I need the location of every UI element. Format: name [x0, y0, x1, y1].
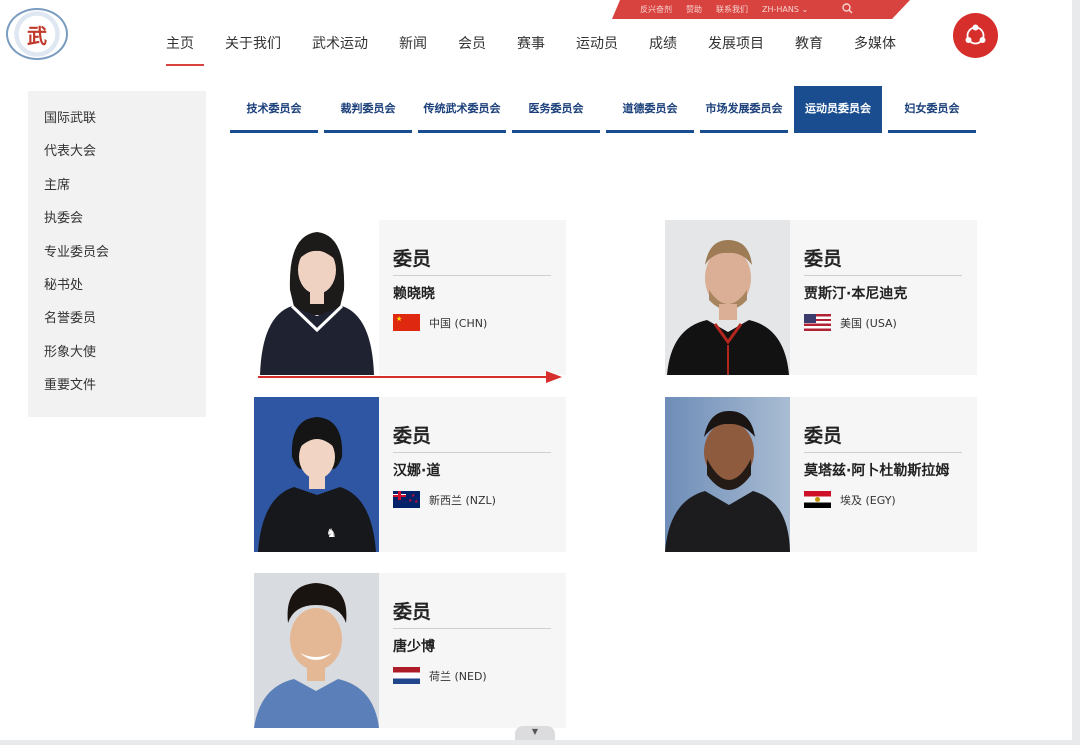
member-photo — [254, 220, 379, 375]
language-selector[interactable]: ZH-HANS ⌄ — [762, 5, 808, 14]
site-logo[interactable]: 武 — [6, 8, 68, 60]
member-country: ★ 中国 (CHN) — [393, 314, 554, 331]
utility-bar: 反兴奋剂 赞助 联系我们 ZH-HANS ⌄ — [612, 0, 910, 19]
flag-chn-icon: ★ — [393, 314, 420, 331]
tab-technical[interactable]: 技术委员会 — [230, 86, 318, 133]
nav-item-results[interactable]: 成绩 — [639, 34, 687, 68]
search-icon[interactable] — [842, 3, 853, 16]
sidebar-item-president[interactable]: 主席 — [28, 176, 206, 209]
member-info: 委员 汉娜·道 ★ ★ ★ 新西兰 (NZL) — [379, 397, 566, 552]
flag-usa-icon — [804, 314, 831, 331]
member-name: 赖晓晓 — [393, 286, 435, 302]
member-name: 贾斯汀·本尼迪克 — [804, 286, 908, 302]
member-country-label: 新西兰 (NZL) — [429, 493, 496, 507]
annotation-arrow-head — [546, 371, 562, 383]
main-nav: 主页 关于我们 武术运动 新闻 会员 赛事 运动员 成绩 发展项目 教育 多媒体 — [164, 34, 917, 68]
flag-ned-icon — [393, 667, 420, 684]
member-card[interactable]: 委员 莫塔兹·阿卜杜勒斯拉姆 埃及 (EGY) — [665, 397, 977, 552]
svg-text:♞: ♞ — [326, 526, 337, 540]
nav-item-about[interactable]: 关于我们 — [215, 34, 291, 68]
annotation-arrow-line — [258, 376, 548, 378]
member-card[interactable]: 委员 唐少博 荷兰 (NED) — [254, 573, 566, 728]
flag-nzl-icon: ★ ★ ★ — [393, 491, 420, 508]
utility-link-sponsor[interactable]: 赞助 — [686, 4, 702, 15]
tab-traditional[interactable]: 传统武术委员会 — [418, 86, 506, 133]
nav-item-multimedia[interactable]: 多媒体 — [844, 34, 906, 68]
sidebar-item-ambassadors[interactable]: 形象大使 — [28, 343, 206, 376]
sidebar-item-committees[interactable]: 专业委员会 — [28, 243, 206, 276]
member-photo — [665, 220, 790, 375]
tab-athletes[interactable]: 运动员委员会 — [794, 86, 882, 133]
member-role: 委员 — [804, 244, 962, 276]
member-name: 唐少博 — [393, 639, 435, 655]
language-label: ZH-HANS — [762, 5, 799, 14]
nav-item-education[interactable]: 教育 — [785, 34, 833, 68]
member-card[interactable]: 委员 赖晓晓 ★ 中国 (CHN) — [254, 220, 566, 375]
share-icon — [965, 24, 986, 45]
member-country: 埃及 (EGY) — [804, 491, 965, 508]
member-info: 委员 赖晓晓 ★ 中国 (CHN) — [379, 220, 566, 375]
tab-referee[interactable]: 裁判委员会 — [324, 86, 412, 133]
member-photo — [665, 397, 790, 552]
member-role: 委员 — [393, 244, 551, 276]
nav-item-athletes[interactable]: 运动员 — [566, 34, 628, 68]
sidebar: 国际武联 代表大会 主席 执委会 专业委员会 秘书处 名誉委员 形象大使 重要文… — [28, 91, 206, 417]
member-country: ★ ★ ★ 新西兰 (NZL) — [393, 491, 554, 508]
tab-medical[interactable]: 医务委员会 — [512, 86, 600, 133]
member-info: 委员 莫塔兹·阿卜杜勒斯拉姆 埃及 (EGY) — [790, 397, 977, 552]
nav-item-wushu[interactable]: 武术运动 — [302, 34, 378, 68]
member-photo — [254, 573, 379, 728]
member-role: 委员 — [393, 421, 551, 453]
page: 反兴奋剂 赞助 联系我们 ZH-HANS ⌄ 武 主页 关于我们 武术运动 新闻… — [0, 0, 1072, 740]
tab-marketing[interactable]: 市场发展委员会 — [700, 86, 788, 133]
share-button[interactable] — [953, 13, 998, 58]
chevron-down-icon[interactable]: ▼ — [515, 726, 555, 740]
flag-egy-icon — [804, 491, 831, 508]
sidebar-item-documents[interactable]: 重要文件 — [28, 376, 206, 409]
sidebar-item-secretariat[interactable]: 秘书处 — [28, 276, 206, 309]
sidebar-item-congress[interactable]: 代表大会 — [28, 142, 206, 175]
utility-link-antidoping[interactable]: 反兴奋剂 — [640, 4, 672, 15]
sidebar-item-honorary-members[interactable]: 名誉委员 — [28, 309, 206, 342]
member-name: 汉娜·道 — [393, 463, 441, 479]
sidebar-item-executive-board[interactable]: 执委会 — [28, 209, 206, 242]
member-role: 委员 — [804, 421, 962, 453]
utility-link-contact[interactable]: 联系我们 — [716, 4, 748, 15]
member-card[interactable]: 委员 贾斯汀·本尼迪克 美国 (USA) — [665, 220, 977, 375]
nav-item-members[interactable]: 会员 — [448, 34, 496, 68]
logo-mark: 武 — [27, 23, 47, 48]
member-country-label: 荷兰 (NED) — [429, 669, 487, 683]
nav-item-home[interactable]: 主页 — [164, 34, 204, 68]
member-name: 莫塔兹·阿卜杜勒斯拉姆 — [804, 463, 950, 479]
member-country: 美国 (USA) — [804, 314, 965, 331]
tab-women[interactable]: 妇女委员会 — [888, 86, 976, 133]
member-card[interactable]: ♞ 委员 汉娜·道 ★ ★ ★ 新西兰 (NZL) — [254, 397, 566, 552]
member-info: 委员 贾斯汀·本尼迪克 美国 (USA) — [790, 220, 977, 375]
nav-item-development[interactable]: 发展项目 — [698, 34, 774, 68]
tab-ethics[interactable]: 道德委员会 — [606, 86, 694, 133]
member-country-label: 中国 (CHN) — [429, 316, 488, 330]
member-country-label: 美国 (USA) — [840, 316, 897, 330]
nav-item-events[interactable]: 赛事 — [507, 34, 555, 68]
member-photo: ♞ — [254, 397, 379, 552]
member-country: 荷兰 (NED) — [393, 667, 554, 684]
member-role: 委员 — [393, 597, 551, 629]
member-info: 委员 唐少博 荷兰 (NED) — [379, 573, 566, 728]
committee-tabs: 技术委员会 裁判委员会 传统武术委员会 医务委员会 道德委员会 市场发展委员会 … — [230, 86, 976, 133]
sidebar-item-iwuf[interactable]: 国际武联 — [28, 109, 206, 142]
member-country-label: 埃及 (EGY) — [840, 493, 896, 507]
nav-item-news[interactable]: 新闻 — [389, 34, 437, 68]
